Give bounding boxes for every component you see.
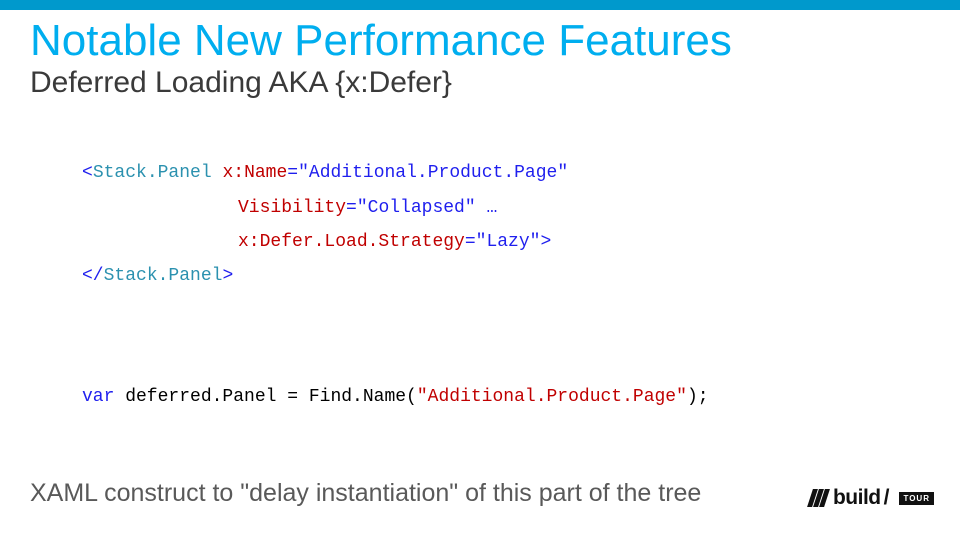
code-token: </: [82, 266, 104, 286]
slide-body: Notable New Performance Features Deferre…: [0, 10, 960, 540]
code-token: Defer.Load.Strategy: [260, 232, 465, 252]
code-token: Name: [244, 163, 287, 183]
code-token: x:: [238, 232, 260, 252]
code-token: deferred.Panel = Find.Name(: [114, 387, 416, 407]
code-token: Additional.Product.Page: [309, 163, 557, 183]
code-token: Lazy: [486, 232, 529, 252]
csharp-code-block: var deferred.Panel = Find.Name("Addition…: [82, 345, 930, 448]
slide-title: Notable New Performance Features: [30, 18, 930, 64]
code-token: …: [476, 198, 498, 218]
code-token: Additional.Product.Page: [428, 387, 676, 407]
code-token: ": [557, 163, 568, 183]
code-token: =": [465, 232, 487, 252]
code-token: =": [287, 163, 309, 183]
logo-text: build: [833, 486, 881, 510]
footer-note: XAML construct to "delay instantiation" …: [30, 479, 701, 508]
code-token: );: [687, 387, 709, 407]
code-token: Stack.Panel: [104, 266, 223, 286]
code-token: ": [465, 198, 476, 218]
code-token: Stack.Panel: [93, 163, 212, 183]
code-token: =": [346, 198, 368, 218]
code-token: var: [82, 387, 114, 407]
code-token: <: [82, 163, 93, 183]
code-token: x:: [222, 163, 244, 183]
code-token: Visibility: [238, 198, 346, 218]
code-token: ": [676, 387, 687, 407]
logo-trailing-slash: /: [884, 486, 890, 510]
logo-slashes-icon: [810, 489, 827, 507]
accent-top-bar: [0, 0, 960, 10]
tour-badge: TOUR: [899, 492, 934, 505]
code-token: Collapsed: [368, 198, 465, 218]
code-token: [212, 163, 223, 183]
code-token: ": [417, 387, 428, 407]
code-token: >: [222, 266, 233, 286]
xaml-code-block: <Stack.Panel x:Name="Additional.Product.…: [82, 122, 930, 327]
code-token: ">: [530, 232, 552, 252]
slide-subtitle: Deferred Loading AKA {x:Defer}: [30, 66, 930, 100]
build-logo: build / TOUR: [810, 486, 934, 510]
